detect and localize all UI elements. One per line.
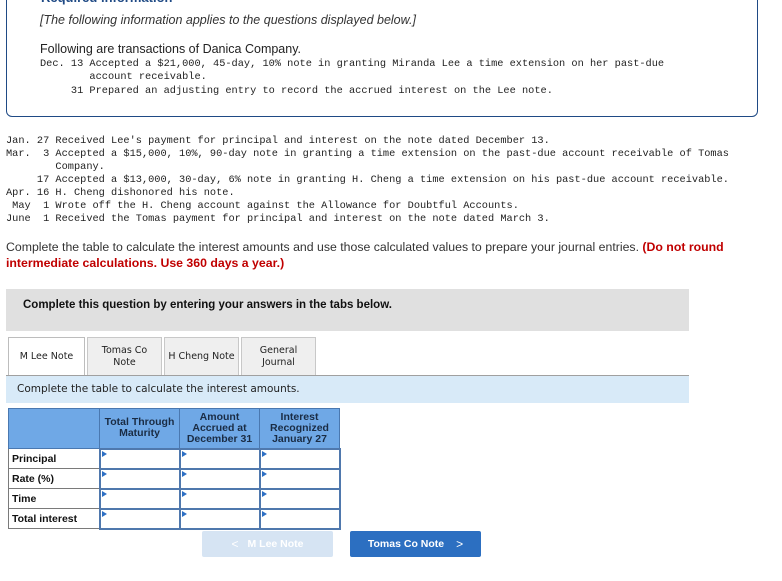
time-total-input[interactable] [100,490,179,508]
transaction-line: 17 Accepted a $13,000, 30-day, 6% note i… [6,174,729,186]
instruction-text: Complete the table to calculate the inte… [6,239,766,271]
input-marker-icon [181,510,187,517]
tab-label: H Cheng Note [168,350,235,362]
table-header-row: Total Through Maturity Amount Accrued at… [8,408,340,449]
row-label: Time [8,488,100,509]
info-italic-note: [The following information applies to th… [40,13,416,27]
input-marker-icon [101,510,107,517]
tab-m-lee-note[interactable]: M Lee Note [8,337,85,376]
table-row-rate: Rate (%) [8,467,341,490]
row-label: Total interest [8,508,100,529]
time-accrued-input[interactable] [180,490,259,508]
row-label: Rate (%) [8,468,100,489]
prompt-text: Complete this question by entering your … [23,299,392,311]
table-row-time: Time [8,487,341,510]
rate-total-input[interactable] [100,470,179,488]
principal-accrued-input[interactable] [180,450,259,468]
principal-recognized-cell[interactable] [258,447,341,470]
input-marker-icon [261,450,267,457]
info-intro: Following are transactions of Danica Com… [40,42,302,56]
chevron-left-icon: < [231,537,239,551]
next-tab-button[interactable]: Tomas Co Note > [350,531,481,557]
input-marker-icon [261,470,267,477]
time-total-cell[interactable] [98,487,181,510]
prompt-box: Complete this question by entering your … [6,289,689,331]
column-header-accrued-december-31: Amount Accrued at December 31 [179,408,260,449]
input-marker-icon [181,470,187,477]
transaction-line: Apr. 16 H. Cheng dishonored his note. [6,187,235,199]
rate-recognized-cell[interactable] [258,467,341,490]
info-transaction-line: Dec. 13 Accepted a $21,000, 45-day, 10% … [40,58,665,70]
transaction-line: May 1 Wrote off the H. Cheng account aga… [6,200,519,212]
input-marker-icon [101,490,107,497]
tab-label: General Journal [259,344,298,368]
time-accrued-cell[interactable] [178,487,261,510]
next-button-label: Tomas Co Note [367,538,445,550]
rate-recognized-input[interactable] [260,470,339,488]
input-marker-icon [101,450,107,457]
principal-recognized-input[interactable] [260,450,339,468]
interest-table: Total Through Maturity Amount Accrued at… [8,408,341,530]
tab-instruction-text: Complete the table to calculate the inte… [17,383,300,395]
transaction-line: June 1 Received the Tomas payment for pr… [6,213,550,225]
tab-label: M Lee Note [19,351,74,362]
interest-recognized-input[interactable] [260,510,339,528]
interest-total-input[interactable] [100,510,179,528]
time-recognized-cell[interactable] [258,487,341,510]
principal-accrued-cell[interactable] [178,447,261,470]
input-marker-icon [181,450,187,457]
table-row-principal: Principal [8,447,341,470]
transaction-line: Jan. 27 Received Lee's payment for princ… [6,135,550,147]
tab-instruction-bar: Complete the table to calculate the inte… [6,375,689,403]
transaction-line: Company. [6,161,105,173]
rate-accrued-input[interactable] [180,470,259,488]
input-marker-icon [181,490,187,497]
transaction-line: Mar. 3 Accepted a $15,000, 10%, 90-day n… [6,148,729,160]
tab-tomas-co-note[interactable]: Tomas Co Note [87,337,162,375]
tab-label: Tomas Co Note [101,344,148,368]
tab-general-journal[interactable]: General Journal [241,337,316,375]
input-marker-icon [261,490,267,497]
rate-accrued-cell[interactable] [178,467,261,490]
principal-total-input[interactable] [100,450,179,468]
column-header-recognized-january-27: Interest Recognized January 27 [259,408,340,449]
table-row-total-interest: Total interest [8,507,341,530]
principal-total-cell[interactable] [98,447,181,470]
interest-accrued-cell[interactable] [178,507,261,530]
chevron-right-icon: > [456,537,464,551]
interest-accrued-input[interactable] [180,510,259,528]
input-marker-icon [261,510,267,517]
time-recognized-input[interactable] [260,490,339,508]
rate-total-cell[interactable] [98,467,181,490]
info-transaction-line: 31 Prepared an adjusting entry to record… [40,85,553,97]
input-marker-icon [101,470,107,477]
column-header-blank [8,408,100,449]
prev-tab-button[interactable]: < M Lee Note [202,531,333,557]
info-heading: Required information [41,0,172,5]
interest-recognized-cell[interactable] [258,507,341,530]
info-transaction-line: account receivable. [40,71,207,83]
instruction-main: Complete the table to calculate the inte… [6,240,643,254]
prev-button-label: M Lee Note [247,538,304,550]
interest-total-cell[interactable] [98,507,181,530]
row-label: Principal [8,448,100,469]
tab-h-cheng-note[interactable]: H Cheng Note [164,337,239,375]
column-header-total-through-maturity: Total Through Maturity [99,408,180,449]
